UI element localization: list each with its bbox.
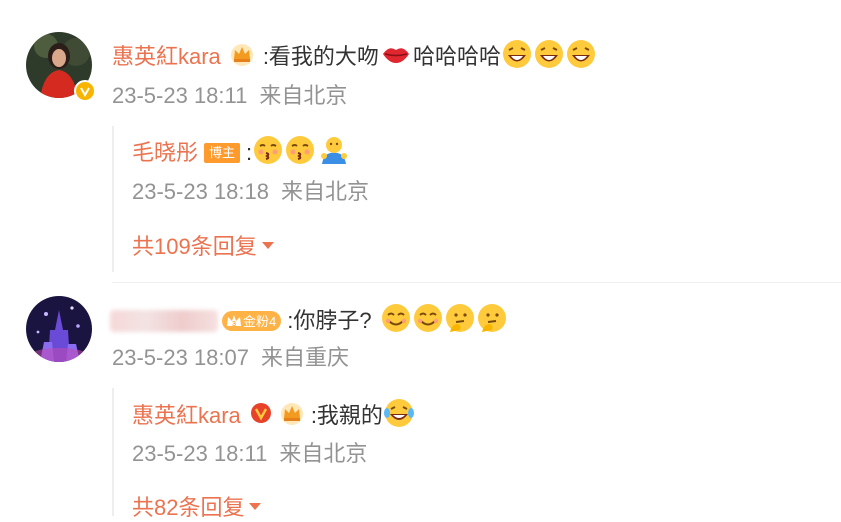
timestamp: 23-5-23 18:11 <box>132 441 268 466</box>
comment-text: :你脖子? <box>287 307 372 333</box>
comment-meta: 23-5-23 18:07 来自重庆 <box>112 344 349 372</box>
comment-divider <box>112 282 841 283</box>
timestamp: 23-5-23 18:11 <box>112 83 248 108</box>
comment-text: :看我的大吻 <box>262 43 379 69</box>
timestamp: 23-5-23 18:18 <box>132 179 269 204</box>
verified-badge-icon <box>74 80 96 102</box>
location: 来自重庆 <box>261 345 350 370</box>
fan-badge[interactable]: 3 金粉4 <box>222 310 282 331</box>
smile-emoji <box>380 302 412 339</box>
caret-down-icon[interactable] <box>248 499 262 517</box>
think-emoji <box>444 302 476 339</box>
reply-meta: 23-5-23 18:18 来自北京 <box>132 178 369 206</box>
crown-icon[interactable] <box>229 41 255 72</box>
reply-author[interactable]: 惠英紅kara <box>132 402 241 430</box>
more-replies-link[interactable]: 共109条回复 <box>132 233 275 261</box>
think-emoji <box>476 302 508 339</box>
blogger-badge: 博主 <box>204 142 241 163</box>
smile-emoji <box>412 302 444 339</box>
lips-emoji <box>381 41 411 72</box>
laugh-emoji <box>501 38 533 75</box>
reply-header: 惠英紅kara :我親的 <box>132 397 415 434</box>
location: 来自北京 <box>259 83 348 108</box>
comment-text-suffix: 哈哈哈哈 <box>412 43 501 69</box>
reply-divider <box>112 126 114 272</box>
caret-down-icon[interactable] <box>261 238 275 256</box>
fan-badge-label: 金粉4 <box>243 314 277 329</box>
kiss-emoji <box>252 134 284 171</box>
reply-divider <box>112 388 114 516</box>
timestamp: 23-5-23 18:07 <box>112 345 249 370</box>
laugh-tears-emoji <box>383 397 415 434</box>
avatar[interactable] <box>26 296 92 362</box>
crown-icon[interactable] <box>279 400 305 431</box>
comment-header: 3 金粉4 :你脖子? <box>110 302 508 339</box>
location: 来自北京 <box>279 441 368 466</box>
reply-author[interactable]: 毛晓彤 <box>132 139 198 167</box>
kiss-emoji <box>284 134 316 171</box>
laugh-emoji <box>533 38 565 75</box>
crown-icon: 3 <box>227 314 241 328</box>
comment-author[interactable]: 惠英紅kara <box>112 43 221 71</box>
more-replies-label[interactable]: 共82条回复 <box>132 494 244 522</box>
reply-header: 毛晓彤 博主 : <box>132 134 350 171</box>
reply-text: :我親的 <box>310 402 383 428</box>
comment-meta: 23-5-23 18:11 来自北京 <box>112 82 347 110</box>
more-replies-label[interactable]: 共109条回复 <box>132 233 257 261</box>
hidden-username[interactable] <box>110 309 218 332</box>
comment-header: 惠英紅kara :看我的大吻 哈哈哈哈 <box>112 38 597 75</box>
location: 来自北京 <box>281 179 370 204</box>
verified-icon <box>249 401 273 430</box>
reply-meta: 23-5-23 18:11 来自北京 <box>132 440 367 468</box>
svg-text:3: 3 <box>232 321 236 328</box>
more-replies-link[interactable]: 共82条回复 <box>132 494 262 522</box>
hug-emoji <box>318 134 350 171</box>
laugh-emoji <box>565 38 597 75</box>
